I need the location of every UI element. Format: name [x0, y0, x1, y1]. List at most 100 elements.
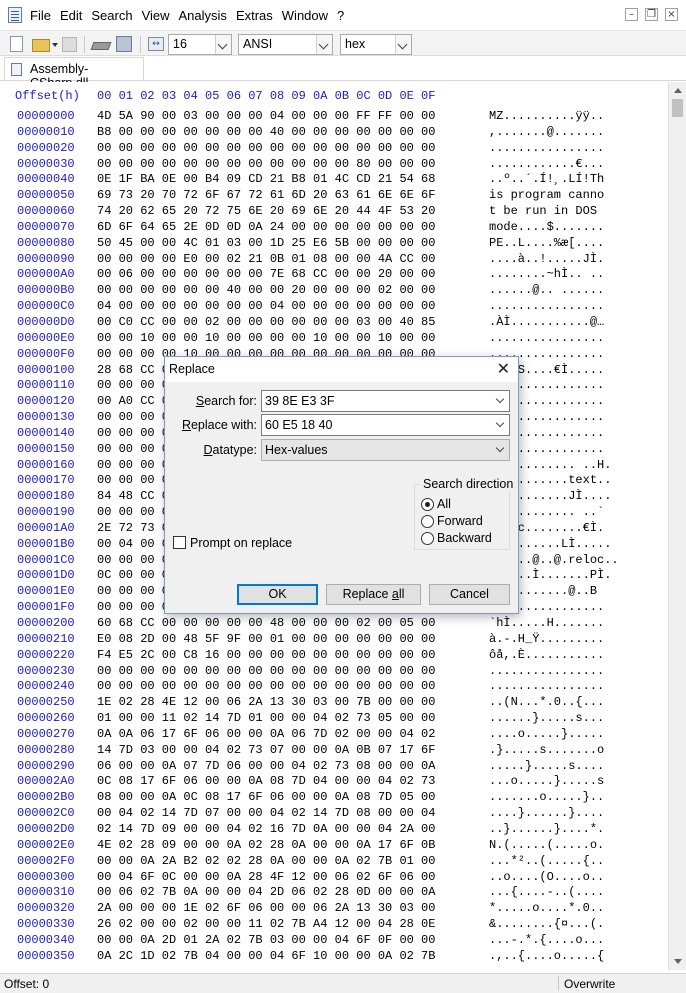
row-bytes[interactable]: 00 00 0A 2D 01 2A 02 7B 03 00 00 04 6F 0… [97, 933, 435, 948]
row-ascii[interactable]: à.-.H_Ÿ......... [489, 632, 604, 647]
radio-checked-icon[interactable] [421, 498, 434, 511]
row-ascii[interactable]: ...{....-..(.... [489, 885, 604, 900]
row-bytes[interactable]: 50 45 00 00 4C 01 03 00 1D 25 E6 5B 00 0… [97, 236, 435, 251]
row-bytes[interactable]: 00 00 00 00 00 00 40 00 00 20 00 00 00 0… [97, 283, 435, 298]
save-icon[interactable] [62, 37, 77, 52]
open-ram-icon[interactable] [116, 36, 132, 52]
menu-edit[interactable]: Edit [60, 8, 82, 23]
vertical-scrollbar[interactable] [668, 82, 686, 970]
row-ascii[interactable]: N.(.....(.....o. [489, 838, 604, 853]
chevron-down-icon[interactable] [495, 394, 505, 404]
menu-window[interactable]: Window [282, 8, 328, 23]
menu-search[interactable]: Search [91, 8, 132, 23]
row-ascii[interactable]: ..(N...*.0..{... [489, 695, 604, 710]
bytes-per-row-select[interactable]: 16 [168, 34, 232, 55]
tab-assembly-csharp[interactable]: Assembly-CSharp.dll [4, 57, 144, 90]
row-bytes[interactable]: 00 00 00 00 00 00 00 00 00 00 00 00 00 0… [97, 664, 435, 679]
row-ascii[interactable]: ..o....(O....o.. [489, 870, 604, 885]
row-ascii[interactable]: .ÀÌ...........@… [489, 315, 604, 330]
row-ascii[interactable]: t be run in DOS [489, 204, 604, 219]
chevron-down-icon[interactable] [215, 35, 231, 54]
row-bytes[interactable]: 01 00 00 11 02 14 7D 01 00 00 04 02 73 0… [97, 711, 435, 726]
row-bytes[interactable]: 00 00 00 00 00 00 00 00 00 00 00 00 00 0… [97, 679, 435, 694]
row-bytes[interactable]: 00 00 00 00 00 00 00 00 00 00 00 00 00 0… [97, 141, 435, 156]
row-bytes[interactable]: 6D 6F 64 65 2E 0D 0D 0A 24 00 00 00 00 0… [97, 220, 435, 235]
row-ascii[interactable]: ,.......@....... [489, 125, 604, 140]
replace-with-input[interactable]: 60 E5 18 40 [261, 414, 510, 436]
row-bytes[interactable]: 4D 5A 90 00 03 00 00 00 04 00 00 00 FF F… [97, 109, 435, 124]
row-bytes[interactable]: 4E 02 28 09 00 00 0A 02 28 0A 00 00 0A 1… [97, 838, 435, 853]
open-dropdown-arrow-icon[interactable] [52, 43, 58, 47]
row-ascii[interactable]: is program canno [489, 188, 604, 203]
menu-help[interactable]: ? [337, 8, 344, 23]
row-ascii[interactable]: ..º..´.Í!¸.LÍ!Th [489, 172, 604, 187]
close-icon[interactable]: ✕ [497, 360, 510, 378]
cancel-button[interactable]: Cancel [429, 584, 510, 605]
row-ascii[interactable]: ...o.....}.....s [489, 774, 604, 789]
row-bytes[interactable]: 00 04 6F 0C 00 00 0A 28 4F 12 00 06 02 6… [97, 870, 435, 885]
row-ascii[interactable]: ................ [489, 141, 604, 156]
row-ascii[interactable]: PE..L....%æ[.... [489, 236, 604, 251]
row-ascii[interactable]: ................ [489, 299, 604, 314]
row-ascii[interactable]: .......o.....}.. [489, 790, 604, 805]
row-bytes[interactable]: 14 7D 03 00 00 04 02 73 07 00 00 0A 0B 0… [97, 743, 435, 758]
row-bytes[interactable]: F4 E5 2C 00 C8 16 00 00 00 00 00 00 00 0… [97, 648, 435, 663]
row-bytes[interactable]: 0A 2C 1D 02 7B 04 00 00 04 6F 10 00 00 0… [97, 949, 435, 964]
scroll-thumb[interactable] [672, 99, 683, 117]
row-ascii[interactable]: ...-.*.{....o... [489, 933, 604, 948]
row-bytes[interactable]: 00 00 0A 2A B2 02 02 28 0A 00 00 0A 02 7… [97, 854, 435, 869]
row-bytes[interactable]: 00 00 00 00 E0 00 02 21 0B 01 08 00 00 4… [97, 252, 435, 267]
row-ascii[interactable]: ................ [489, 664, 604, 679]
charset-select[interactable]: ANSI [238, 34, 333, 55]
row-ascii[interactable]: *.....o....*.0.. [489, 901, 604, 916]
row-ascii[interactable]: ....o.....}..... [489, 727, 604, 742]
row-bytes[interactable]: 00 06 00 00 00 00 00 00 7E 68 CC 00 00 2… [97, 267, 435, 282]
row-ascii[interactable]: ................ [489, 331, 604, 346]
radio-icon[interactable] [421, 515, 434, 528]
row-ascii[interactable]: mode....$....... [489, 220, 604, 235]
row-ascii[interactable]: ....à..!.....JÌ. [489, 252, 604, 267]
row-bytes[interactable]: 04 00 00 00 00 00 00 00 04 00 00 00 00 0… [97, 299, 435, 314]
row-bytes[interactable]: 06 00 00 0A 07 7D 06 00 00 04 02 73 08 0… [97, 759, 435, 774]
row-bytes[interactable]: E0 08 2D 00 48 5F 9F 00 01 00 00 00 00 0… [97, 632, 435, 647]
row-ascii[interactable]: ....}......}.... [489, 806, 604, 821]
row-ascii[interactable]: .....}.....s.... [489, 759, 604, 774]
row-ascii[interactable]: ......@.. ...... [489, 283, 604, 298]
search-for-input[interactable]: 39 8E E3 3F [261, 390, 510, 412]
row-ascii[interactable]: ......}.....s... [489, 711, 604, 726]
chevron-down-icon[interactable] [495, 418, 505, 428]
menu-file[interactable]: File [30, 8, 51, 23]
app-hexeditor-icon[interactable] [8, 7, 22, 23]
row-ascii[interactable]: MZ..........ÿÿ.. [489, 109, 604, 124]
row-ascii[interactable]: .,..{....o.....{ [489, 949, 604, 964]
row-ascii[interactable]: ............€... [489, 157, 604, 172]
scroll-up-icon[interactable] [674, 88, 682, 93]
row-ascii[interactable]: ..}......}....*. [489, 822, 604, 837]
replace-all-button[interactable]: Replace all [326, 584, 421, 605]
open-disk-icon[interactable] [90, 42, 112, 50]
row-bytes[interactable]: 00 C0 CC 00 00 02 00 00 00 00 00 00 03 0… [97, 315, 435, 330]
chevron-down-icon[interactable] [495, 443, 505, 453]
row-ascii[interactable]: ................ [489, 679, 604, 694]
row-bytes[interactable]: 00 06 02 7B 0A 00 00 04 2D 06 02 28 0D 0… [97, 885, 435, 900]
row-bytes[interactable]: 1E 02 28 4E 12 00 06 2A 13 30 03 00 7B 0… [97, 695, 435, 710]
row-bytes[interactable]: 74 20 62 65 20 72 75 6E 20 69 6E 20 44 4… [97, 204, 435, 219]
close-window-icon[interactable]: × [665, 8, 678, 21]
row-bytes[interactable]: 2A 00 00 00 1E 02 6F 06 00 00 06 2A 13 3… [97, 901, 435, 916]
datatype-select[interactable]: Hex-values [261, 439, 510, 461]
restore-icon[interactable]: ❐ [645, 8, 658, 21]
row-bytes[interactable]: 0E 1F BA 0E 00 B4 09 CD 21 B8 01 4C CD 2… [97, 172, 435, 187]
menu-analysis[interactable]: Analysis [179, 8, 227, 23]
row-bytes[interactable]: 69 73 20 70 72 6F 67 72 61 6D 20 63 61 6… [97, 188, 435, 203]
row-bytes[interactable]: 02 14 7D 09 00 00 04 02 16 7D 0A 00 00 0… [97, 822, 435, 837]
row-bytes[interactable]: 0A 0A 06 17 6F 06 00 00 0A 06 7D 02 00 0… [97, 727, 435, 742]
radio-icon[interactable] [421, 532, 434, 545]
row-bytes[interactable]: 08 00 00 0A 0C 08 17 6F 06 00 00 0A 08 7… [97, 790, 435, 805]
row-ascii[interactable]: .}.....s.......o [489, 743, 604, 758]
menu-view[interactable]: View [142, 8, 170, 23]
offset-base-select[interactable]: hex [340, 34, 412, 55]
ok-button[interactable]: OK [237, 584, 318, 605]
menu-extras[interactable]: Extras [236, 8, 273, 23]
row-bytes[interactable]: 0C 08 17 6F 06 00 00 0A 08 7D 04 00 00 0… [97, 774, 435, 789]
row-bytes[interactable]: 60 68 CC 00 00 00 00 00 48 00 00 00 02 0… [97, 616, 435, 631]
